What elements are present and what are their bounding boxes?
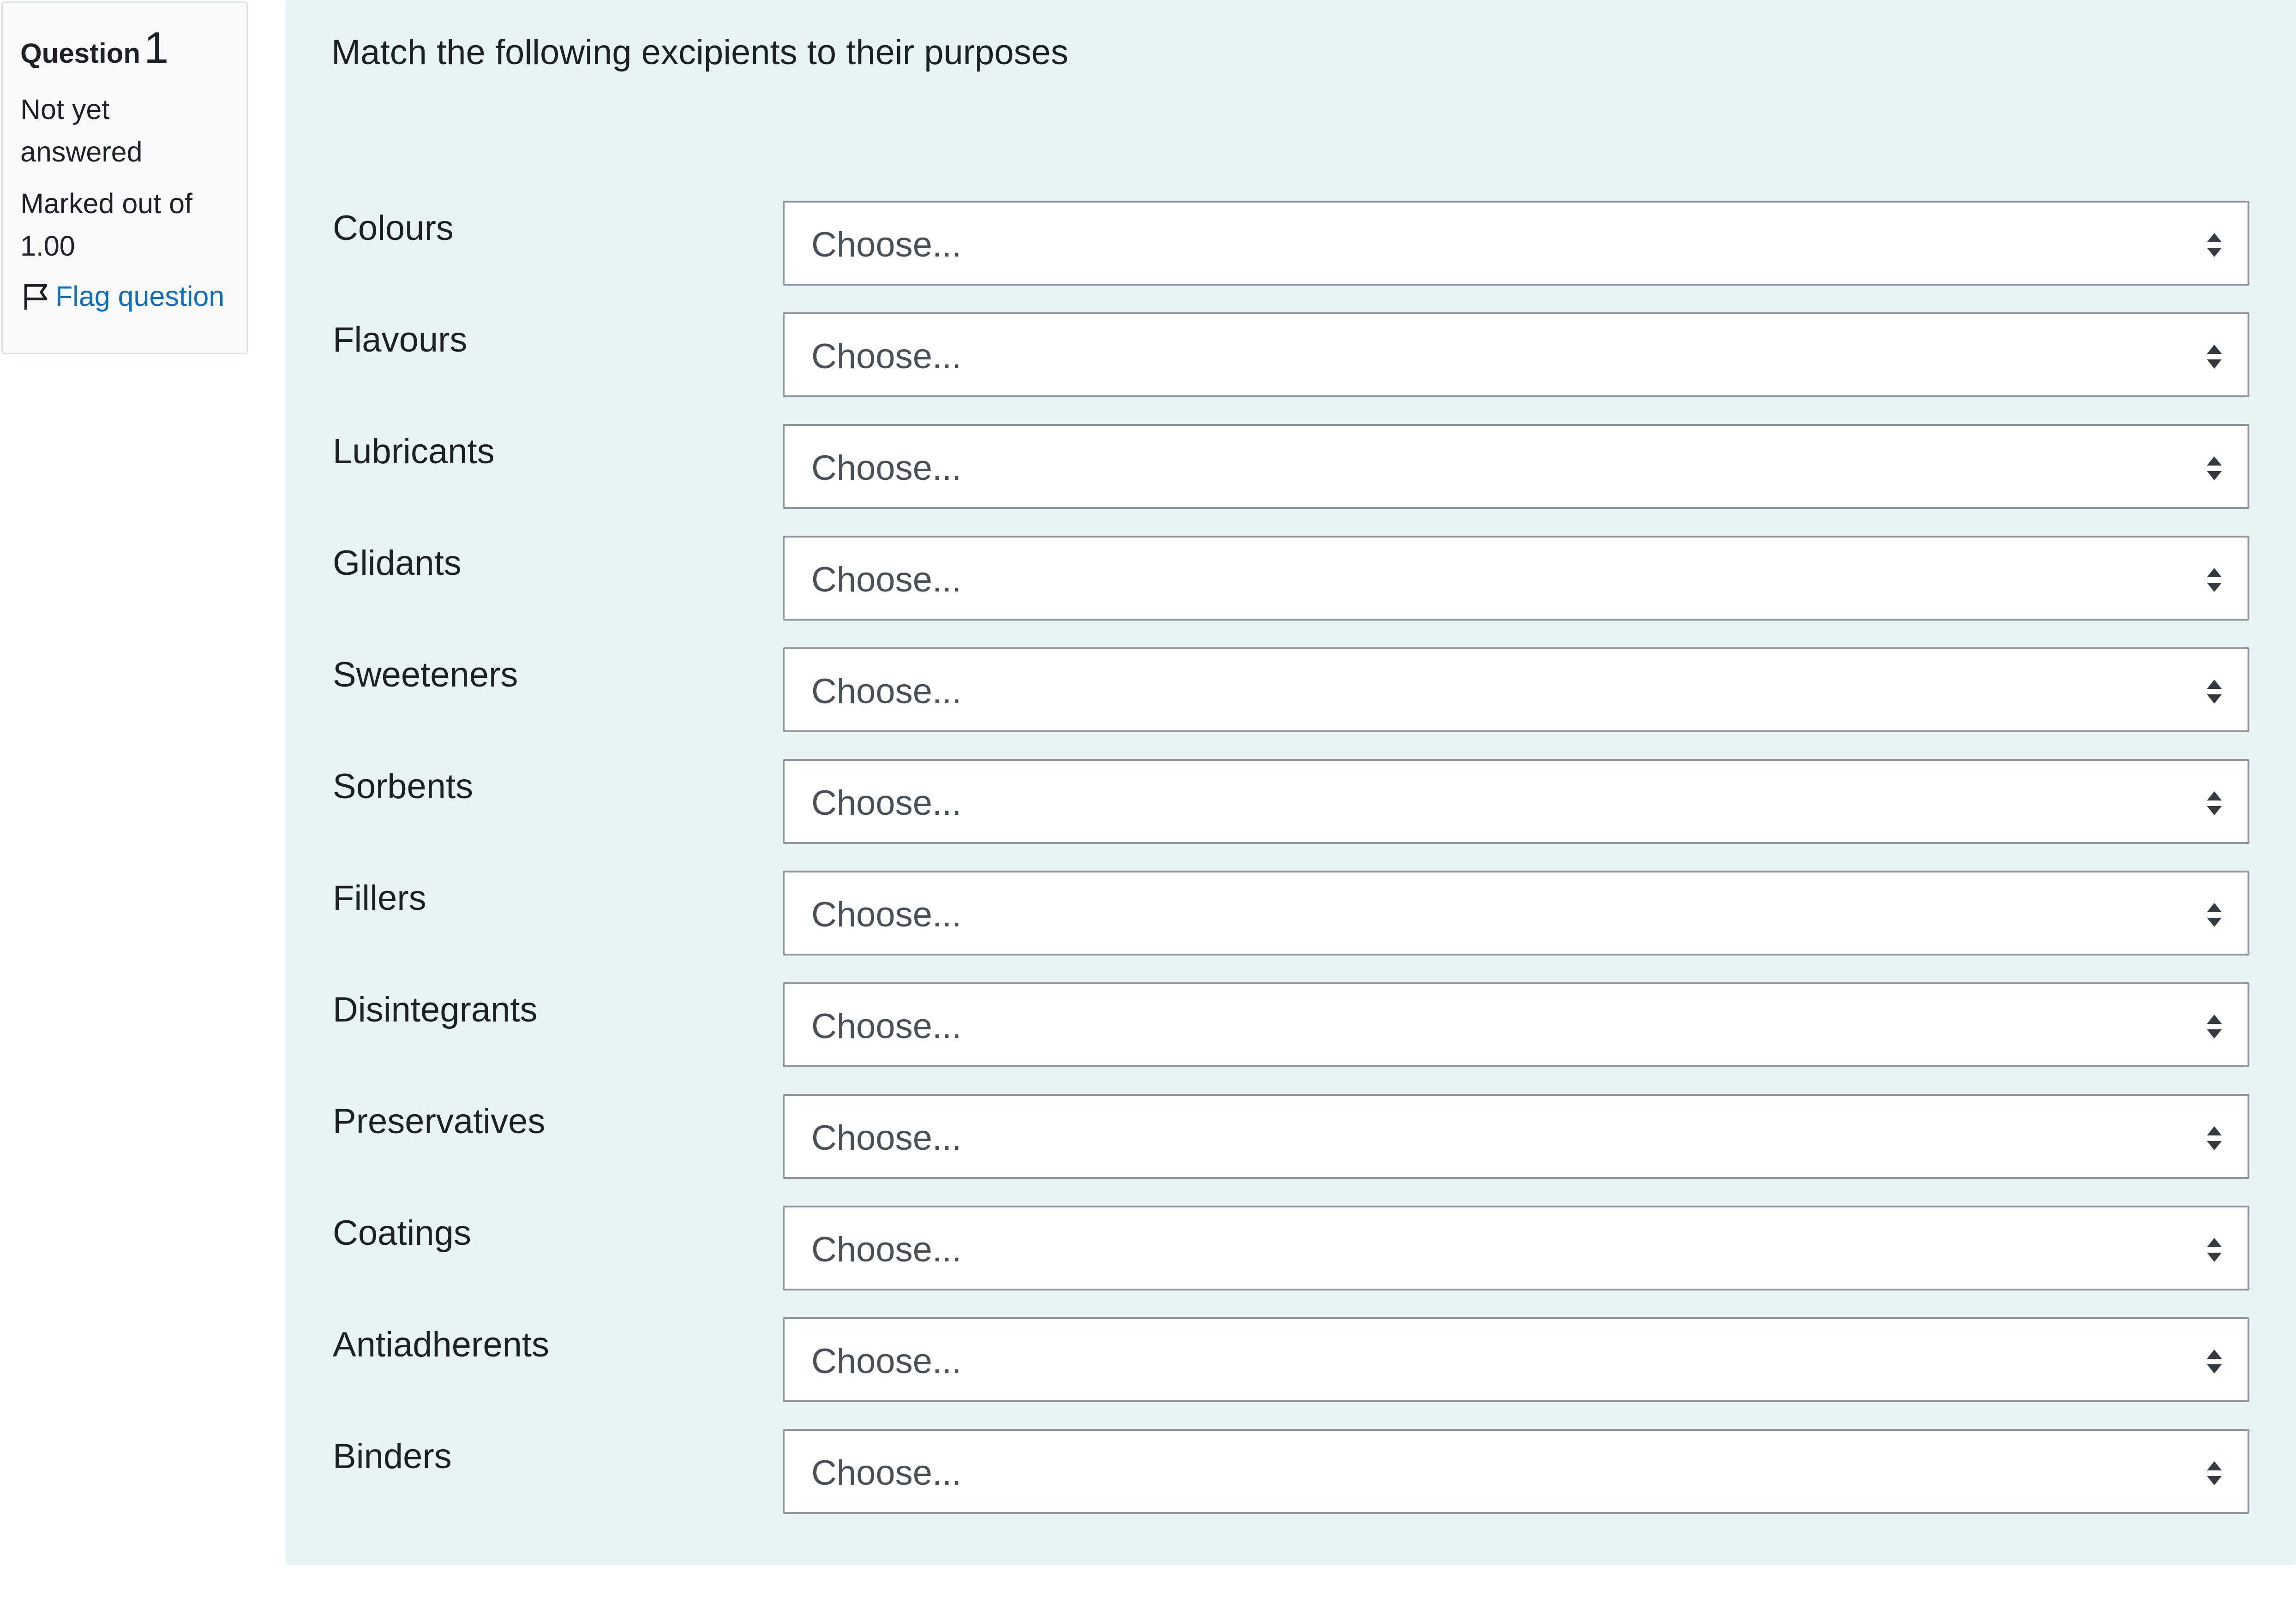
match-select[interactable]: Choose... (783, 1094, 2249, 1179)
match-select[interactable]: Choose... (783, 982, 2249, 1067)
match-row-label: Flavours (333, 320, 468, 359)
match-row-label: Disintegrants (333, 990, 538, 1029)
match-row: Flavours Choose... (333, 312, 2294, 397)
match-row-label: Glidants (333, 544, 462, 583)
match-select[interactable]: Choose... (783, 871, 2249, 956)
match-select-value: Choose... (811, 448, 962, 488)
question-number: Question1 (20, 21, 229, 74)
sort-arrows-icon (2207, 568, 2222, 592)
match-row: Glidants Choose... (333, 536, 2294, 621)
question-info: Question1 Not yet answered Marked out of… (1, 1, 248, 354)
match-select-value: Choose... (811, 672, 962, 711)
match-row-label: Sweeteners (333, 655, 518, 694)
match-row: Fillers Choose... (333, 871, 2294, 956)
match-row: Disintegrants Choose... (333, 982, 2294, 1067)
match-select[interactable]: Choose... (783, 759, 2249, 844)
match-select[interactable]: Choose... (783, 536, 2249, 621)
match-select-value: Choose... (811, 1007, 962, 1046)
match-row: Sorbents Choose... (333, 759, 2294, 844)
sort-arrows-icon (2207, 1238, 2222, 1262)
sort-arrows-icon (2207, 680, 2222, 704)
match-row-label: Colours (333, 209, 454, 248)
match-select[interactable]: Choose... (783, 647, 2249, 732)
flag-question-label: Flag question (55, 281, 225, 312)
match-select[interactable]: Choose... (783, 424, 2249, 509)
match-select-value: Choose... (811, 337, 962, 376)
question-number-value: 1 (144, 23, 169, 72)
match-select-value: Choose... (811, 895, 962, 934)
sort-arrows-icon (2207, 903, 2222, 927)
match-select-value: Choose... (811, 225, 962, 264)
match-row: Lubricants Choose... (333, 424, 2294, 509)
match-row-label: Coatings (333, 1213, 471, 1253)
match-row-label: Antiadherents (333, 1325, 549, 1364)
sort-arrows-icon (2207, 1461, 2222, 1485)
question-formulation: Match the following excipients to their … (286, 0, 2296, 1565)
match-row: Antiadherents Choose... (333, 1317, 2294, 1402)
match-select-value: Choose... (811, 1453, 962, 1493)
question-text: Match the following excipients to their … (331, 33, 1068, 72)
match-row-label: Preservatives (333, 1102, 546, 1141)
sort-arrows-icon (2207, 1126, 2222, 1150)
match-select-value: Choose... (811, 560, 962, 599)
match-row: Colours Choose... (333, 201, 2294, 286)
match-row-label: Sorbents (333, 767, 474, 806)
match-row: Preservatives Choose... (333, 1094, 2294, 1179)
question-state: Not yet answered (20, 94, 143, 168)
match-row: Sweeteners Choose... (333, 647, 2294, 732)
sort-arrows-icon (2207, 456, 2222, 480)
match-select-value: Choose... (811, 1342, 962, 1381)
flag-question-link[interactable]: Flag question (20, 280, 229, 312)
match-select[interactable]: Choose... (783, 312, 2249, 397)
match-select[interactable]: Choose... (783, 1317, 2249, 1402)
match-row: Coatings Choose... (333, 1206, 2294, 1290)
match-select[interactable]: Choose... (783, 1206, 2249, 1290)
sort-arrows-icon (2207, 345, 2222, 369)
sort-arrows-icon (2207, 1350, 2222, 1374)
match-row-label: Lubricants (333, 432, 495, 471)
match-select-value: Choose... (811, 1230, 962, 1269)
sort-arrows-icon (2207, 1015, 2222, 1039)
match-row-label: Binders (333, 1437, 452, 1476)
match-select[interactable]: Choose... (783, 1429, 2249, 1514)
match-select-value: Choose... (811, 783, 962, 823)
match-row: Binders Choose... (333, 1429, 2294, 1514)
match-row-label: Fillers (333, 878, 426, 918)
question-grade: Marked out of 1.00 (20, 188, 192, 262)
flag-icon (24, 284, 48, 310)
match-select[interactable]: Choose... (783, 201, 2249, 286)
match-select-value: Choose... (811, 1118, 962, 1158)
question-label: Question (20, 38, 141, 69)
sort-arrows-icon (2207, 791, 2222, 815)
sort-arrows-icon (2207, 233, 2222, 257)
